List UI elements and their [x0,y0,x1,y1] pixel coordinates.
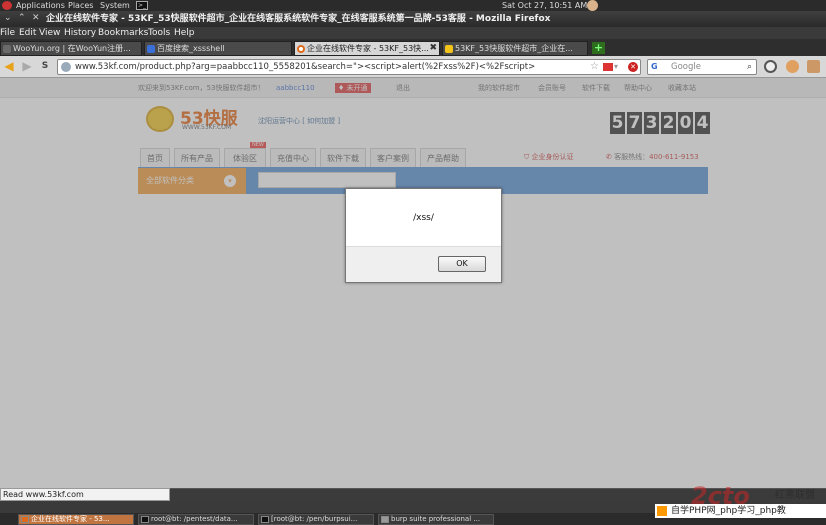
gnome-top-panel: Applications Places System >_ Sat Oct 27… [0,0,826,11]
53kf-favicon-icon [445,45,453,53]
tab-label: WooYun.org | 在WooYun注册... [13,44,131,53]
php-badge-icon [657,506,667,516]
task-firefox[interactable]: 企业在线软件专家 - 53... [18,514,134,525]
url-bar[interactable]: www.53kf.com/product.php?arg=paabbcc110_… [57,59,641,75]
menu-bookmarks[interactable]: Bookmarks [98,27,148,39]
window-shade-chevron-icon[interactable]: ⌃ [18,13,26,23]
back-arrow-icon[interactable]: ◀ [2,59,16,73]
navigation-toolbar: ◀ ▶ S www.53kf.com/product.php?arg=paabb… [0,56,826,78]
bookmark-star-icon[interactable]: ☆ [590,60,599,74]
feed-icon[interactable] [603,63,613,71]
search-engine-icon[interactable]: G [651,62,658,71]
terminal-icon [261,516,269,523]
menu-file[interactable]: File [0,27,15,39]
alert-ok-button[interactable]: OK [438,256,486,272]
alert-message: /xss/ [346,189,501,247]
tab-wooyun[interactable]: WooYun.org | 在WooYun注册... [0,41,142,56]
watermark: 2cto 红黑联盟 自学PHP网_php学习_php教 [655,482,826,525]
firefox-icon [21,516,29,523]
watermark-cn: 红黑联盟 [775,490,815,501]
system-menu[interactable]: System [100,0,130,11]
menu-tools[interactable]: Tools [148,27,170,39]
task-terminal-2[interactable]: [root@bt: /pen/burpsui... [258,514,374,525]
menu-history[interactable]: History [64,27,96,39]
terminal-launcher-icon[interactable]: >_ [136,1,148,10]
task-label: burp suite professional ... [391,515,481,523]
addon-gear-icon[interactable] [764,60,777,73]
wooyun-favicon-icon [3,45,11,53]
window-menu-chevron-icon[interactable]: ⌄ [4,13,12,23]
page-s-icon[interactable]: S [38,59,52,73]
tab-close-icon[interactable]: ✖ [429,42,437,55]
addon-fox-icon[interactable] [807,60,820,73]
menu-bar: File Edit View History Bookmarks Tools H… [0,27,826,39]
status-text: Read www.53kf.com [0,488,170,501]
baidu-favicon-icon [147,45,155,53]
window-close-icon[interactable]: ✕ [32,13,40,23]
task-label: root@bt: /pentest/data... [151,515,238,523]
burp-icon [381,516,389,523]
web-content: 欢迎来到53KF.com，53快服软件超市！ aabbcc110 ♦ 未开通 退… [0,78,826,488]
site-identity-globe-icon[interactable] [61,62,71,72]
tab-53kf-active[interactable]: 企业在线软件专家 - 53KF_53快... ✖ [294,41,440,56]
panel-clock[interactable]: Sat Oct 27, 10:51 AM [502,0,587,11]
alert-dialog: /xss/ OK [345,188,502,283]
url-text[interactable]: www.53kf.com/product.php?arg=paabbcc110_… [75,60,535,74]
task-label: 企业在线软件专家 - 53... [31,515,110,523]
terminal-icon [141,516,149,523]
distro-logo-icon [2,1,12,10]
tab-53kf-market[interactable]: 53KF_53快服软件超市_企业在... [442,41,588,56]
places-menu[interactable]: Places [68,0,93,11]
watermark-strip: 自学PHP网_php学习_php教 [655,504,826,518]
user-avatar-icon[interactable] [587,0,598,11]
search-box[interactable]: G Google ⌕ [647,59,757,75]
search-placeholder[interactable]: Google [671,60,701,74]
menu-view[interactable]: View [39,27,60,39]
url-dropdown-chevron-icon[interactable]: ▾ [614,60,618,74]
tab-bar: WooYun.org | 在WooYun注册... 百度搜索_xssshell … [0,39,826,56]
search-magnifier-icon[interactable]: ⌕ [747,60,752,74]
modal-overlay [0,78,826,488]
menu-help[interactable]: Help [174,27,195,39]
forward-arrow-icon[interactable]: ▶ [20,59,34,73]
new-tab-plus-icon[interactable]: + [592,42,605,54]
tab-label: 百度搜索_xssshell [157,44,225,53]
stop-loading-icon[interactable]: ✕ [628,62,638,72]
task-terminal-1[interactable]: root@bt: /pentest/data... [138,514,254,525]
tab-label: 企业在线软件专家 - 53KF_53快... [307,44,429,53]
task-label: [root@bt: /pen/burpsui... [271,515,358,523]
window-title: 企业在线软件专家 - 53KF_53快服软件超市_企业在线客服系统软件专家_在线… [46,14,551,24]
task-burp-suite[interactable]: burp suite professional ... [378,514,494,525]
applications-menu[interactable]: Applications [16,0,65,11]
window-titlebar: ⌄ ⌃ ✕ 企业在线软件专家 - 53KF_53快服软件超市_企业在线客服系统软… [0,11,826,27]
tab-baidu-search[interactable]: 百度搜索_xssshell [144,41,292,56]
addon-face-icon[interactable] [786,60,799,73]
watermark-strip-text: 自学PHP网_php学习_php教 [671,506,786,516]
loading-spinner-icon [297,45,305,53]
menu-edit[interactable]: Edit [19,27,36,39]
tab-label: 53KF_53快服软件超市_企业在... [455,44,573,53]
